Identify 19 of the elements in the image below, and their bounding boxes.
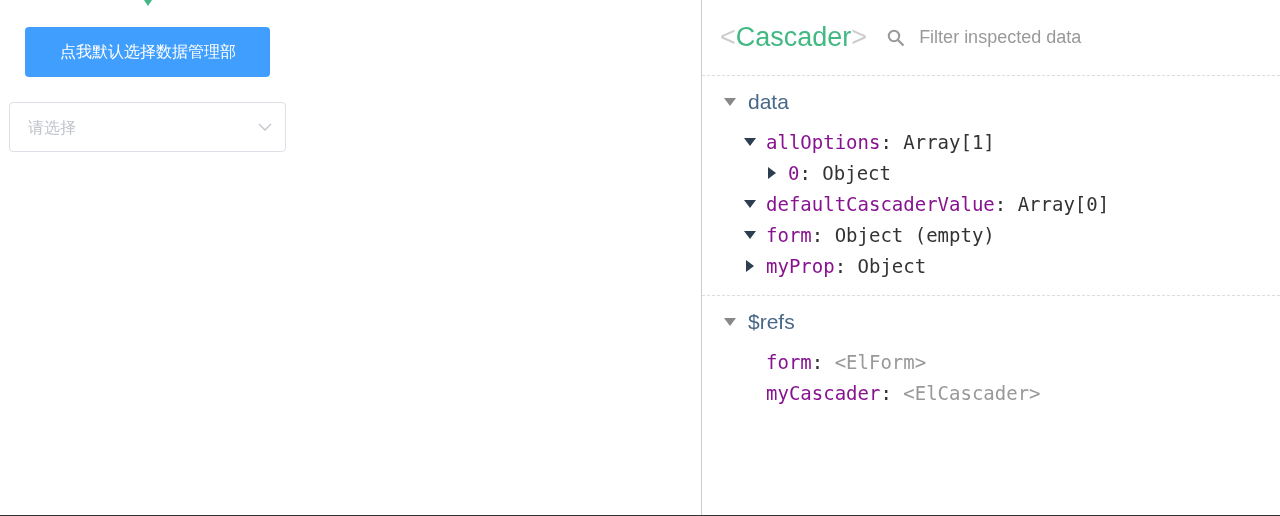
property-entry: 0: Object [788, 161, 891, 184]
component-name: <Cascader> [720, 22, 868, 53]
marker-icon [144, 0, 152, 6]
property-entry: form: <ElForm> [766, 350, 927, 373]
expand-triangle-icon[interactable] [766, 166, 778, 179]
expand-triangle-icon[interactable] [744, 259, 756, 272]
property-entry: allOptions: Array[1] [766, 130, 995, 153]
search-icon [887, 28, 906, 47]
expand-triangle-icon[interactable] [744, 197, 756, 210]
property-entry: myCascader: <ElCascader> [766, 381, 1041, 404]
section-title: data [748, 90, 789, 114]
expand-triangle-icon[interactable] [744, 228, 756, 241]
cascader-select[interactable]: 请选择 [9, 102, 286, 152]
expand-triangle-icon[interactable] [744, 135, 756, 148]
property-entry: myProp: Object [766, 254, 927, 277]
section-title: $refs [748, 310, 795, 334]
property-entry: form: Object (empty) [766, 223, 995, 246]
property-entry: defaultCascaderValue: Array[0] [766, 192, 1110, 215]
select-default-button[interactable]: 点我默认选择数据管理部 [25, 27, 270, 77]
